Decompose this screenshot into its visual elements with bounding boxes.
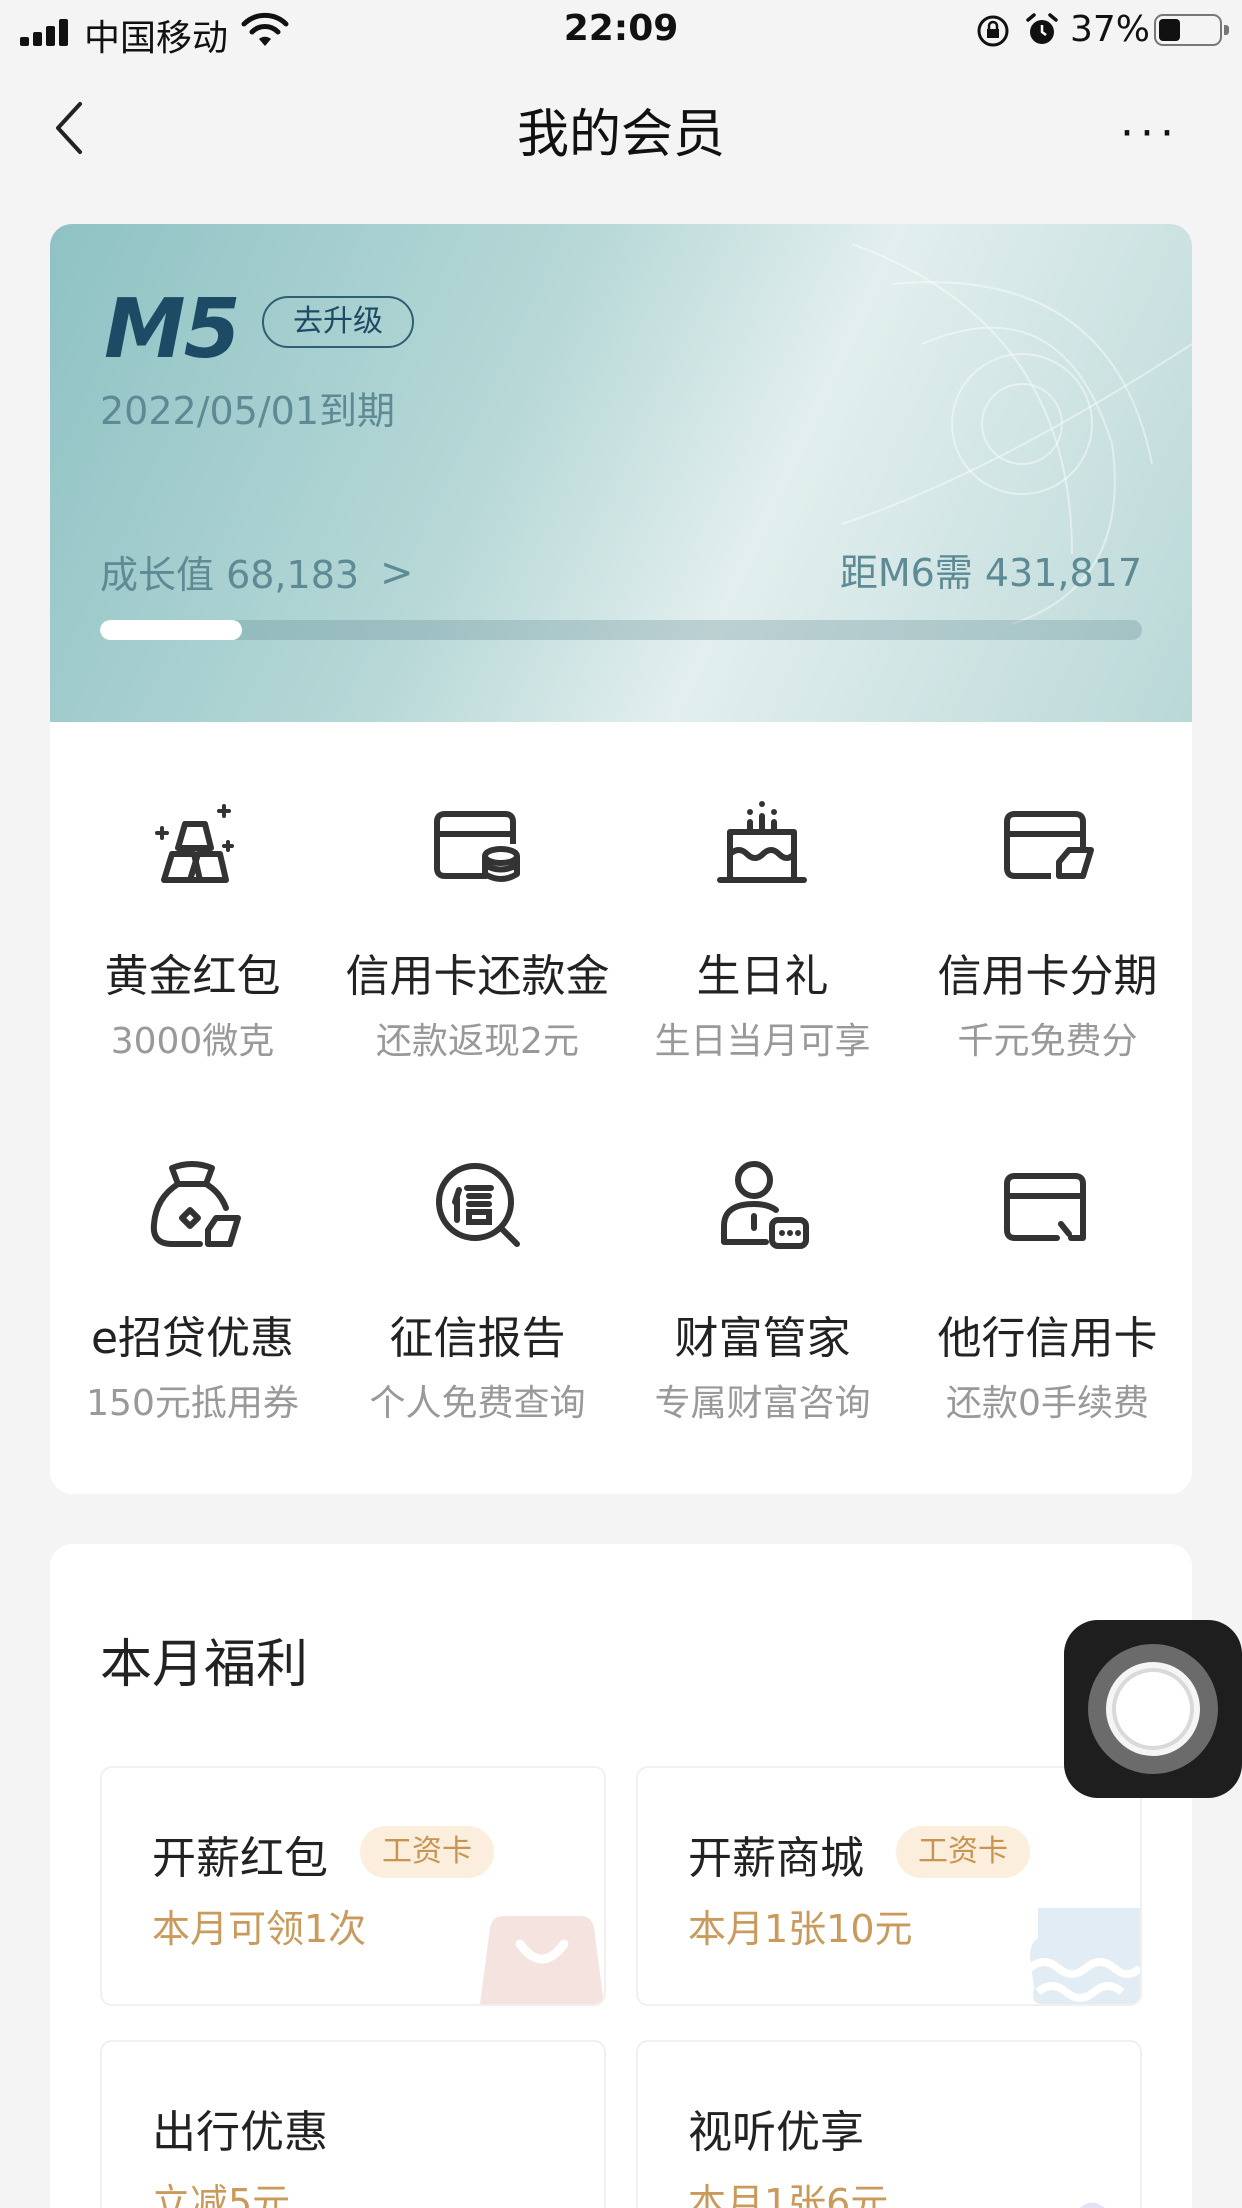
salary-card-badge: 工资卡: [896, 1826, 1030, 1878]
chevron-right-icon[interactable]: >: [380, 550, 414, 596]
page-title: 我的会员: [516, 105, 725, 165]
benefit-name: 生日礼: [696, 951, 829, 1002]
benefit-wealth-advisor[interactable]: 财富管家 专属财富咨询: [620, 1084, 905, 1444]
credit-search-icon: [436, 1163, 520, 1247]
welfare-subtitle: 本月可领1次: [152, 1907, 367, 1951]
benefit-name: 他行信用卡: [937, 1313, 1158, 1364]
expiry-date: 2022/05/01到期: [100, 389, 396, 433]
welfare-subtitle: 立减5元: [152, 2181, 291, 2208]
shopping-bag-icon: [480, 1916, 604, 2004]
member-level: M5: [104, 282, 241, 377]
birthday-cake-icon: [717, 801, 807, 883]
card-coins-icon: [434, 811, 520, 882]
battery-icon: [1154, 14, 1229, 46]
gold-bars-icon: [155, 804, 234, 883]
welfare-card-media[interactable]: 视听优享 本月1张6元: [636, 2040, 1142, 2208]
benefit-desc: 3000微克: [110, 1021, 275, 1062]
growth-progress-fill: [100, 620, 242, 640]
salary-card-badge: 工资卡: [360, 1826, 494, 1878]
assistive-touch-button[interactable]: [1064, 1620, 1242, 1798]
benefit-other-bank-card[interactable]: 他行信用卡 还款0手续费: [905, 1084, 1190, 1444]
benefit-card-installment[interactable]: 信用卡分期 千元免费分: [905, 722, 1190, 1082]
growth-progress-bar: [100, 620, 1142, 640]
play-triangle-icon: [1080, 2202, 1105, 2208]
benefit-desc: 个人免费查询: [369, 1383, 586, 1424]
benefit-name: 信用卡分期: [937, 951, 1158, 1002]
benefit-name: 信用卡还款金: [345, 951, 610, 1002]
welfare-title: 视听优享: [688, 2107, 864, 2158]
benefit-gold-red-packet[interactable]: 黄金红包 3000微克: [50, 722, 335, 1082]
benefit-name: e招贷优惠: [90, 1313, 295, 1364]
welfare-title: 出行优惠: [152, 2107, 328, 2158]
other-card-icon: [1004, 1173, 1086, 1241]
welfare-card-salary-mall[interactable]: 开薪商城 工资卡 本月1张10元: [636, 1766, 1142, 2006]
benefit-desc: 千元免费分: [957, 1021, 1138, 1062]
battery-percent: 37%: [1070, 9, 1151, 50]
advisor-chat-icon: [721, 1161, 809, 1249]
store-awning-icon: [1030, 1908, 1140, 2004]
benefit-desc: 还款0手续费: [946, 1383, 1149, 1424]
welfare-card-travel[interactable]: 出行优惠 立减5元: [100, 2040, 606, 2208]
benefit-desc: 专属财富咨询: [654, 1383, 871, 1424]
welfare-title: 开薪红包: [152, 1833, 328, 1884]
welfare-card-salary-red-packet[interactable]: 开薪红包 工资卡 本月可领1次: [100, 1766, 606, 2006]
benefit-desc: 生日当月可享: [654, 1021, 871, 1062]
welfare-subtitle: 本月1张6元: [688, 2181, 889, 2208]
rotation-lock-icon: [977, 15, 1009, 47]
welfare-subtitle: 本月1张10元: [688, 1907, 913, 1951]
benefit-loan-discount[interactable]: e招贷优惠 150元抵用券: [50, 1084, 335, 1444]
welfare-title: 开薪商城: [688, 1833, 864, 1884]
monthly-benefits-section: 本月福利 开薪红包 工资卡 本月可领1次 开薪商城 工资卡 本月1张10元 出行…: [50, 1544, 1192, 2208]
more-icon[interactable]: ···: [1120, 108, 1192, 159]
alarm-icon: [1026, 13, 1058, 44]
member-level-panel: M5 去升级 2022/05/01到期 成长值 68,183 > 距M6需 43…: [50, 224, 1192, 722]
benefit-name: 财富管家: [674, 1313, 851, 1364]
card-decoration: [841, 243, 1192, 625]
benefit-desc: 还款返现2元: [376, 1021, 579, 1062]
benefit-name: 征信报告: [389, 1313, 566, 1364]
benefit-credit-report[interactable]: 征信报告 个人免费查询: [335, 1084, 620, 1444]
benefit-birthday-gift[interactable]: 生日礼 生日当月可享: [620, 722, 905, 1082]
benefits-grid: 黄金红包 3000微克 信用卡还款金 还款返现2元 生日礼 生日当月可享 信用卡…: [50, 722, 1192, 1494]
growth-value-link[interactable]: 成长值 68,183: [100, 544, 359, 599]
benefit-name: 黄金红包: [104, 951, 281, 1002]
card-tag-icon: [1004, 811, 1094, 879]
section-title: 本月福利: [100, 1635, 309, 1695]
benefit-card-repayment[interactable]: 信用卡还款金 还款返现2元: [335, 722, 620, 1082]
benefit-desc: 150元抵用券: [86, 1383, 299, 1424]
money-bag-icon: [150, 1161, 241, 1247]
upgrade-button[interactable]: 去升级: [262, 296, 414, 348]
status-bar: 中国移动 22:09 37%: [0, 0, 1242, 62]
next-level-requirement: 距M6需 431,817: [839, 551, 1142, 595]
member-card: M5 去升级 2022/05/01到期 成长值 68,183 > 距M6需 43…: [50, 224, 1192, 1494]
